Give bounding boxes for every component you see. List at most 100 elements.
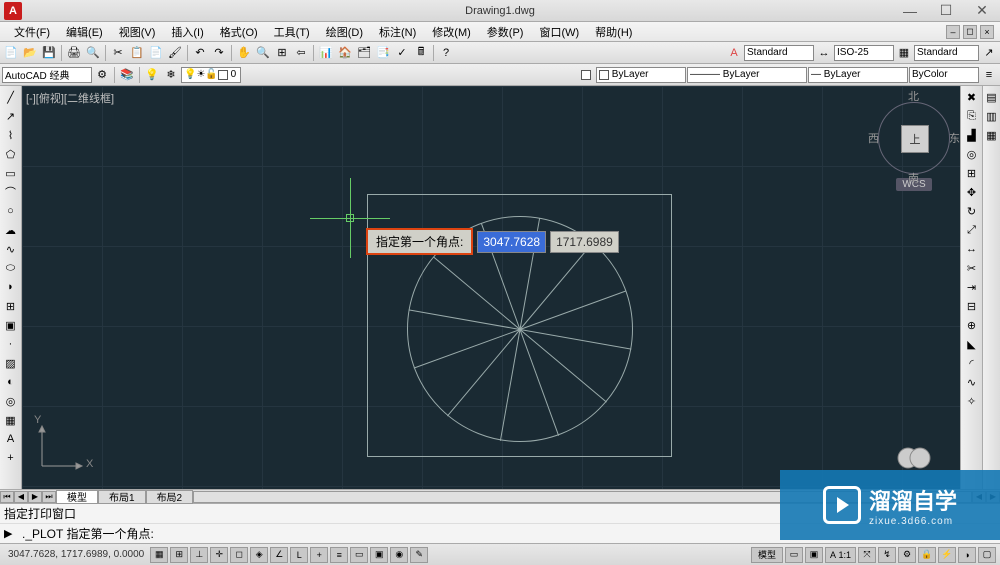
new-button[interactable]: 📄: [2, 44, 20, 62]
menu-window[interactable]: 窗口(W): [531, 24, 587, 40]
annoscale-button[interactable]: A 1:1: [825, 547, 856, 563]
paste-button[interactable]: 📄: [147, 44, 165, 62]
menu-view[interactable]: 视图(V): [111, 24, 164, 40]
table-tool[interactable]: ▦: [2, 411, 20, 429]
arc-tool[interactable]: ⌒: [2, 183, 20, 201]
erase-tool[interactable]: ✖: [963, 88, 981, 106]
workspace-combo[interactable]: AutoCAD 经典: [2, 67, 92, 83]
textstyle-icon[interactable]: A: [725, 44, 743, 62]
circle-tool[interactable]: ○: [2, 202, 20, 220]
color-combo[interactable]: ByLayer: [596, 67, 686, 83]
table-style-combo[interactable]: Standard: [914, 45, 979, 61]
print-button[interactable]: 🖨: [65, 44, 83, 62]
grid-toggle[interactable]: ⊞: [170, 547, 188, 563]
sheetset-button[interactable]: 📑: [374, 44, 392, 62]
linetype-combo[interactable]: ——— ByLayer: [687, 67, 807, 83]
polyline-tool[interactable]: ⌇: [2, 126, 20, 144]
lwt-toggle[interactable]: ≡: [330, 547, 348, 563]
rectangle-tool[interactable]: ▭: [2, 164, 20, 182]
tab-next-button[interactable]: ▶: [28, 491, 42, 503]
layer-manager-button[interactable]: 📚: [118, 66, 136, 84]
point-tool[interactable]: ·: [2, 335, 20, 353]
lock-ui-button[interactable]: 🔒: [918, 547, 936, 563]
menu-edit[interactable]: 编辑(E): [58, 24, 111, 40]
isolate-button[interactable]: ◑: [958, 547, 976, 563]
layer-combo[interactable]: 💡☀🔓 0: [181, 67, 241, 83]
layer-state-button[interactable]: 💡: [143, 66, 161, 84]
preview-button[interactable]: 🔍: [84, 44, 102, 62]
dim-style-combo[interactable]: ISO-25: [834, 45, 894, 61]
quickview-layouts-button[interactable]: ▭: [785, 547, 803, 563]
palette-button-3[interactable]: ▦: [983, 126, 1000, 144]
annovis-toggle[interactable]: ⤧: [858, 547, 876, 563]
sc-toggle[interactable]: ◉: [390, 547, 408, 563]
gradient-tool[interactable]: ◐: [2, 373, 20, 391]
make-block-tool[interactable]: ▣: [2, 316, 20, 334]
zoom-button[interactable]: 🔍: [254, 44, 272, 62]
ws-switch-button[interactable]: ⚙: [898, 547, 916, 563]
3dosnap-toggle[interactable]: ◈: [250, 547, 268, 563]
ortho-toggle[interactable]: ⊥: [190, 547, 208, 563]
offset-tool[interactable]: ◎: [963, 145, 981, 163]
xline-tool[interactable]: ↗: [2, 107, 20, 125]
text-style-combo[interactable]: Standard: [744, 45, 814, 61]
revcloud-tool[interactable]: ☁: [2, 221, 20, 239]
prompt-y-input[interactable]: 1717.6989: [550, 231, 619, 253]
palette-button-2[interactable]: ▥: [983, 107, 1000, 125]
hardware-accel-button[interactable]: ⚡: [938, 547, 956, 563]
prompt-x-input[interactable]: 3047.7628: [477, 231, 546, 253]
polygon-tool[interactable]: ⬠: [2, 145, 20, 163]
ducs-toggle[interactable]: L: [290, 547, 308, 563]
spline-tool[interactable]: ∿: [2, 240, 20, 258]
join-tool[interactable]: ⊕: [963, 316, 981, 334]
trim-tool[interactable]: ✂: [963, 259, 981, 277]
rotate-tool[interactable]: ↻: [963, 202, 981, 220]
lineweight-combo[interactable]: — ByLayer: [808, 67, 908, 83]
mtext-tool[interactable]: A: [2, 430, 20, 448]
designcenter-button[interactable]: 🏠: [336, 44, 354, 62]
stretch-tool[interactable]: ↔: [963, 240, 981, 258]
pan-button[interactable]: ✋: [235, 44, 253, 62]
move-tool[interactable]: ✥: [963, 183, 981, 201]
color-button[interactable]: [577, 66, 595, 84]
drawing-canvas[interactable]: [-][俯视][二维线框] 指定第一个角点: 3047.7628: [22, 86, 960, 489]
doc-restore-button[interactable]: ◻: [963, 25, 977, 39]
fillet-tool[interactable]: ◜: [963, 354, 981, 372]
viewcube-west[interactable]: 西: [868, 130, 879, 146]
menu-tools[interactable]: 工具(T): [266, 24, 318, 40]
cut-button[interactable]: ✂: [109, 44, 127, 62]
coords-display[interactable]: 3047.7628, 1717.6989, 0.0000: [4, 549, 148, 560]
am-toggle[interactable]: ✎: [410, 547, 428, 563]
tab-model[interactable]: 模型: [56, 490, 98, 504]
zoom-prev-button[interactable]: ⇦: [292, 44, 310, 62]
redo-button[interactable]: ↷: [210, 44, 228, 62]
open-button[interactable]: 📂: [21, 44, 39, 62]
toolpalette-button[interactable]: 🗂: [355, 44, 373, 62]
tablestyle-icon[interactable]: ▦: [895, 44, 913, 62]
zoom-window-button[interactable]: ⊞: [273, 44, 291, 62]
hatch-tool[interactable]: ▨: [2, 354, 20, 372]
menu-help[interactable]: 帮助(H): [587, 24, 640, 40]
qp-toggle[interactable]: ▣: [370, 547, 388, 563]
tab-layout2[interactable]: 布局2: [146, 490, 194, 504]
tab-first-button[interactable]: ⏮: [0, 491, 14, 503]
break-tool[interactable]: ⊟: [963, 297, 981, 315]
doc-close-button[interactable]: ×: [980, 25, 994, 39]
line-tool[interactable]: ╱: [2, 88, 20, 106]
menu-file[interactable]: 文件(F): [6, 24, 58, 40]
calc-button[interactable]: 🖩: [412, 44, 430, 62]
tpy-toggle[interactable]: ▭: [350, 547, 368, 563]
polar-toggle[interactable]: ✛: [210, 547, 228, 563]
array-tool[interactable]: ⊞: [963, 164, 981, 182]
maximize-button[interactable]: ☐: [928, 0, 964, 22]
tab-layout1[interactable]: 布局1: [98, 490, 146, 504]
markup-button[interactable]: ✓: [393, 44, 411, 62]
save-button[interactable]: 💾: [40, 44, 58, 62]
help-button[interactable]: ?: [437, 44, 455, 62]
chamfer-tool[interactable]: ◣: [963, 335, 981, 353]
ellipsearc-tool[interactable]: ◗: [2, 278, 20, 296]
tab-last-button[interactable]: ⏭: [42, 491, 56, 503]
viewcube-top[interactable]: 上: [901, 125, 929, 153]
steering-wheel-icon[interactable]: [896, 445, 932, 471]
clean-screen-button[interactable]: ▢: [978, 547, 996, 563]
